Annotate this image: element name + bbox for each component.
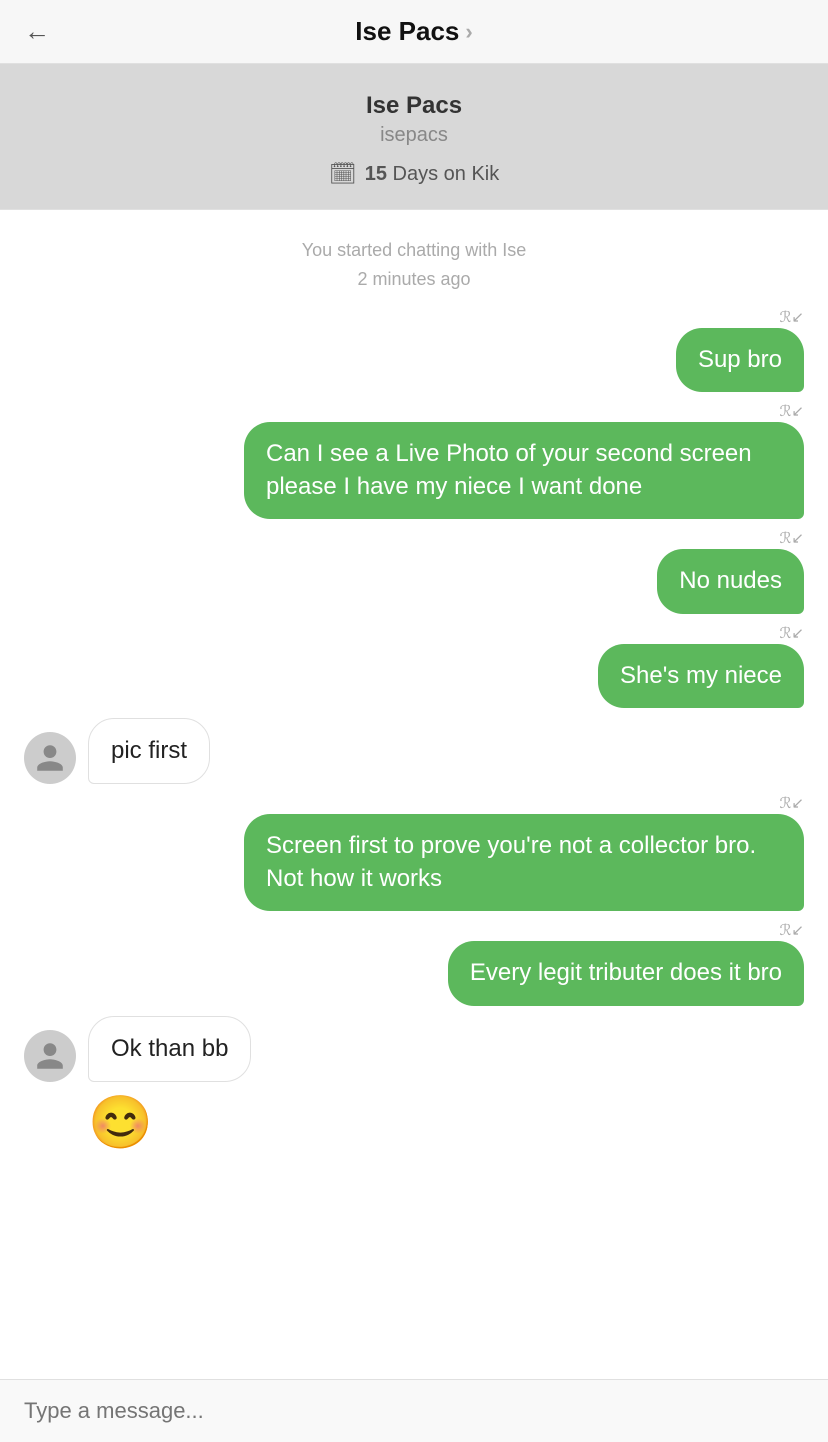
delivery-icon: ℛ↙ xyxy=(779,624,804,642)
user-icon xyxy=(34,742,66,774)
message-row: Ok than bb xyxy=(24,1016,804,1082)
chat-bubble: Screen first to prove you're not a colle… xyxy=(244,814,804,911)
bubble-wrap: pic first xyxy=(88,718,210,784)
profile-name: Ise Pacs xyxy=(366,92,462,120)
profile-username: isepacs xyxy=(380,124,448,147)
message-row: ℛ↙ Every legit tributer does it bro xyxy=(24,921,804,1005)
avatar xyxy=(24,1030,76,1082)
chat-bubble: Every legit tributer does it bro xyxy=(448,941,804,1005)
system-message: You started chatting with Ise xyxy=(24,240,804,261)
days-count: 15 Days on Kik xyxy=(365,163,500,186)
message-row: ℛ↙ Can I see a Live Photo of your second… xyxy=(24,402,804,519)
bubble-wrap: Ok than bb xyxy=(88,1016,251,1082)
bubble-wrap: ℛ↙ No nudes xyxy=(657,529,804,613)
bubble-wrap: ℛ↙ She's my niece xyxy=(598,624,804,708)
delivery-icon: ℛ↙ xyxy=(779,794,804,812)
emoji-message: 😊 xyxy=(88,1092,804,1153)
bubble-wrap: ℛ↙ Every legit tributer does it bro xyxy=(448,921,804,1005)
chat-bubble: Can I see a Live Photo of your second sc… xyxy=(244,422,804,519)
chat-bubble: She's my niece xyxy=(598,644,804,708)
header-title[interactable]: Ise Pacs › xyxy=(355,16,472,47)
bubble-wrap: ℛ↙ Sup bro xyxy=(676,308,804,392)
message-row: ℛ↙ No nudes xyxy=(24,529,804,613)
delivery-icon: ℛ↙ xyxy=(779,402,804,420)
user-icon xyxy=(34,1040,66,1072)
delivery-icon: ℛ↙ xyxy=(779,529,804,547)
back-button[interactable]: ← xyxy=(24,16,50,47)
message-row: ℛ↙ Screen first to prove you're not a co… xyxy=(24,794,804,911)
chat-bubble: Ok than bb xyxy=(88,1016,251,1082)
time-ago: 2 minutes ago xyxy=(24,269,804,290)
delivery-icon: ℛ↙ xyxy=(779,308,804,326)
avatar xyxy=(24,732,76,784)
message-row: ℛ↙ She's my niece xyxy=(24,624,804,708)
delivery-icon: ℛ↙ xyxy=(779,921,804,939)
bubble-wrap: ℛ↙ Can I see a Live Photo of your second… xyxy=(244,402,804,519)
chevron-right-icon: › xyxy=(465,19,472,45)
calendar-icon: 🗓 xyxy=(329,161,357,187)
chat-bubble: No nudes xyxy=(657,549,804,613)
input-bar xyxy=(0,1379,828,1442)
chat-header: ← Ise Pacs › xyxy=(0,0,828,64)
message-row: ℛ↙ Sup bro xyxy=(24,308,804,392)
days-label: Days on Kik xyxy=(393,163,500,185)
message-input[interactable] xyxy=(24,1398,804,1424)
profile-section: Ise Pacs isepacs 🗓 15 Days on Kik xyxy=(0,64,828,209)
days-on-kik: 🗓 15 Days on Kik xyxy=(329,161,499,187)
bubble-wrap: ℛ↙ Screen first to prove you're not a co… xyxy=(244,794,804,911)
chat-bubble: pic first xyxy=(88,718,210,784)
message-row: pic first xyxy=(24,718,804,784)
chat-bubble: Sup bro xyxy=(676,328,804,392)
chat-area: You started chatting with Ise 2 minutes … xyxy=(0,210,828,1263)
contact-name: Ise Pacs xyxy=(355,16,459,47)
